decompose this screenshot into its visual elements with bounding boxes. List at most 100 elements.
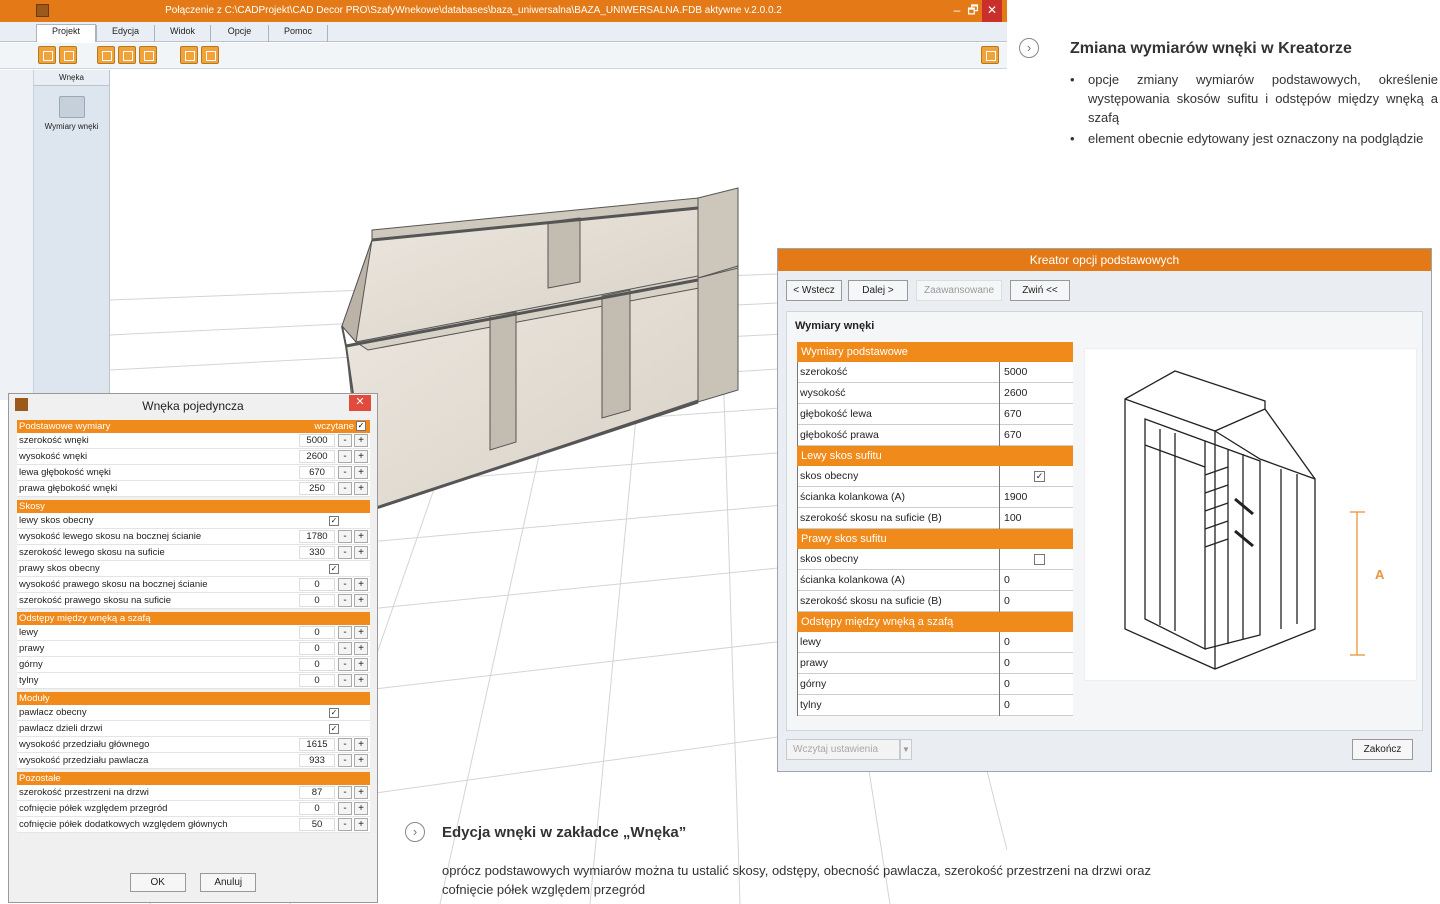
- menu-pomoc[interactable]: Pomoc: [268, 25, 328, 42]
- menu-widok[interactable]: Widok: [154, 25, 210, 42]
- menu-opcje[interactable]: Opcje: [210, 25, 268, 42]
- increment-button[interactable]: +: [354, 738, 368, 751]
- decrement-button[interactable]: -: [338, 530, 352, 543]
- decrement-button[interactable]: -: [338, 466, 352, 479]
- decrement-button[interactable]: -: [338, 450, 352, 463]
- property-checkbox[interactable]: ✓: [329, 564, 339, 574]
- property-value-input[interactable]: 670: [1002, 425, 1073, 446]
- increment-button[interactable]: +: [354, 626, 368, 639]
- increment-button[interactable]: +: [354, 434, 368, 447]
- collapse-button[interactable]: Zwiń <<: [1010, 280, 1070, 301]
- back-button[interactable]: < Wstecz: [786, 280, 842, 301]
- property-value-input[interactable]: 2600: [299, 450, 335, 463]
- menu-projekt[interactable]: Projekt: [36, 24, 96, 42]
- property-value-input[interactable]: 2600: [1002, 383, 1073, 404]
- property-value-input[interactable]: 0: [299, 594, 335, 607]
- finish-button[interactable]: Zakończ: [1352, 739, 1413, 760]
- menu-edycja[interactable]: Edycja: [96, 25, 154, 42]
- property-value-input[interactable]: 0: [299, 802, 335, 815]
- decrement-button[interactable]: -: [338, 674, 352, 687]
- sidebar-item-wymiary-wneki[interactable]: Wymiary wnęki: [34, 122, 109, 131]
- property-value-input[interactable]: 1900: [1002, 487, 1073, 508]
- property-value-input[interactable]: 5000: [299, 434, 335, 447]
- property-value-input[interactable]: 670: [299, 466, 335, 479]
- property-checkbox[interactable]: ✓: [1034, 471, 1045, 482]
- increment-button[interactable]: +: [354, 578, 368, 591]
- drawer-icon[interactable]: [139, 46, 157, 64]
- niche-dimensions-icon[interactable]: [58, 96, 85, 118]
- export-icon[interactable]: [201, 46, 219, 64]
- increment-button[interactable]: +: [354, 674, 368, 687]
- dialog-close-button[interactable]: ✕: [349, 395, 371, 411]
- property-label: szerokość: [797, 362, 1000, 383]
- decrement-button[interactable]: -: [338, 482, 352, 495]
- property-value-input[interactable]: 0: [299, 658, 335, 671]
- property-checkbox[interactable]: [1034, 554, 1045, 565]
- increment-button[interactable]: +: [354, 818, 368, 831]
- cabinet-icon[interactable]: [118, 46, 136, 64]
- property-value-input[interactable]: 0: [1002, 695, 1073, 716]
- decrement-button[interactable]: -: [338, 786, 352, 799]
- load-settings-dropdown[interactable]: Wczytaj ustawienia: [786, 739, 900, 760]
- loaded-checkbox[interactable]: ✓: [356, 421, 366, 431]
- decrement-button[interactable]: -: [338, 754, 352, 767]
- decrement-button[interactable]: -: [338, 578, 352, 591]
- sidebar-header[interactable]: Wnęka: [34, 70, 109, 86]
- property-checkbox[interactable]: ✓: [329, 724, 339, 734]
- increment-button[interactable]: +: [354, 786, 368, 799]
- property-value-input[interactable]: 250: [299, 482, 335, 495]
- decrement-button[interactable]: -: [338, 594, 352, 607]
- increment-button[interactable]: +: [354, 802, 368, 815]
- decrement-button[interactable]: -: [338, 818, 352, 831]
- property-checkbox[interactable]: ✓: [329, 708, 339, 718]
- property-value-input[interactable]: 0: [1002, 570, 1073, 591]
- property-value-input[interactable]: 0: [299, 578, 335, 591]
- increment-button[interactable]: +: [354, 546, 368, 559]
- property-value-input[interactable]: 0: [1002, 591, 1073, 612]
- property-value-input[interactable]: 50: [299, 818, 335, 831]
- increment-button[interactable]: +: [354, 642, 368, 655]
- import-icon[interactable]: [180, 46, 198, 64]
- decrement-button[interactable]: -: [338, 738, 352, 751]
- property-value-input[interactable]: 5000: [1002, 362, 1073, 383]
- property-value-input[interactable]: 1780: [299, 530, 335, 543]
- advanced-button[interactable]: Zaawansowane: [916, 280, 1002, 301]
- increment-button[interactable]: +: [354, 482, 368, 495]
- property-value-input[interactable]: 0: [1002, 653, 1073, 674]
- next-button[interactable]: Dalej >: [848, 280, 908, 301]
- open-project-icon[interactable]: [59, 46, 77, 64]
- decrement-button[interactable]: -: [338, 802, 352, 815]
- property-checkbox[interactable]: ✓: [329, 516, 339, 526]
- increment-button[interactable]: +: [354, 450, 368, 463]
- increment-button[interactable]: +: [354, 466, 368, 479]
- decrement-button[interactable]: -: [338, 434, 352, 447]
- decrement-button[interactable]: -: [338, 658, 352, 671]
- property-value-input[interactable]: 87: [299, 786, 335, 799]
- decrement-button[interactable]: -: [338, 642, 352, 655]
- new-project-icon[interactable]: [38, 46, 56, 64]
- increment-button[interactable]: +: [354, 594, 368, 607]
- increment-button[interactable]: +: [354, 658, 368, 671]
- ok-button[interactable]: OK: [129, 873, 186, 892]
- property-value-input[interactable]: 100: [1002, 508, 1073, 529]
- property-value-input[interactable]: 0: [1002, 632, 1073, 653]
- decrement-button[interactable]: -: [338, 546, 352, 559]
- property-value-input[interactable]: 0: [299, 626, 335, 639]
- close-button[interactable]: ✕: [982, 0, 1002, 22]
- minimize-button[interactable]: –: [950, 0, 964, 22]
- property-value-input[interactable]: 933: [299, 754, 335, 767]
- increment-button[interactable]: +: [354, 754, 368, 767]
- increment-button[interactable]: +: [354, 530, 368, 543]
- property-value-input[interactable]: 330: [299, 546, 335, 559]
- property-value-input[interactable]: 670: [1002, 404, 1073, 425]
- cancel-button[interactable]: Anuluj: [200, 873, 257, 892]
- decrement-button[interactable]: -: [338, 626, 352, 639]
- maximize-button[interactable]: 🗗: [966, 0, 980, 22]
- wardrobe-icon[interactable]: [97, 46, 115, 64]
- clipboard-icon[interactable]: [981, 46, 999, 64]
- property-value-input[interactable]: 0: [299, 674, 335, 687]
- dropdown-arrow-icon[interactable]: ▼: [900, 739, 912, 760]
- property-value-input[interactable]: 1615: [299, 738, 335, 751]
- property-value-input[interactable]: 0: [299, 642, 335, 655]
- property-value-input[interactable]: 0: [1002, 674, 1073, 695]
